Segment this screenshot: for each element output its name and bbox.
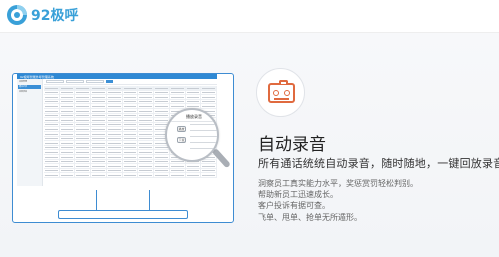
play-button: 播放 bbox=[177, 126, 186, 132]
magnifier-title: 播放录音 bbox=[186, 114, 202, 119]
brand-name: 92极呼 bbox=[31, 8, 79, 24]
app-toolbar bbox=[44, 79, 217, 85]
magnifier: 播放录音 播放 下载 bbox=[165, 108, 219, 162]
feature-subtitle: 所有通话统统自动录音，随时随地，一键回放录音。 bbox=[258, 157, 499, 170]
download-button: 下载 bbox=[177, 137, 186, 143]
brand-logo[interactable]: 92极呼 bbox=[6, 4, 78, 26]
feature-bullet: 飞单、甩单、抢单无所遁形。 bbox=[258, 212, 362, 222]
sidebar-item: 话单管理 bbox=[19, 81, 28, 83]
feature-bullet: 洞察员工真实能力水平，奖惩赏罚轻松判别。 bbox=[258, 179, 418, 188]
table-row bbox=[44, 173, 218, 178]
feature-title: 自动录音 bbox=[258, 135, 326, 155]
feature-bullet: 帮助新员工迅速成长。 bbox=[258, 190, 338, 200]
sidebar-item: 话单录音 bbox=[19, 91, 28, 93]
feature-bullet: 客户投诉有据可查。 bbox=[258, 201, 330, 211]
app-sidebar: 话单管理 通话记录 话单录音 bbox=[17, 79, 43, 186]
sidebar-item-active: 通话记录 bbox=[18, 85, 41, 89]
recorder-icon bbox=[256, 68, 305, 117]
site-header: 92极呼 bbox=[0, 0, 499, 33]
monitor-base bbox=[58, 210, 188, 219]
feature-bullets: 洞察员工真实能力水平，奖惩赏罚轻松判别。 帮助新员工迅速成长。 客户投诉有据可查… bbox=[258, 178, 418, 223]
logo-icon bbox=[7, 5, 27, 25]
monitor-stand bbox=[96, 190, 150, 210]
